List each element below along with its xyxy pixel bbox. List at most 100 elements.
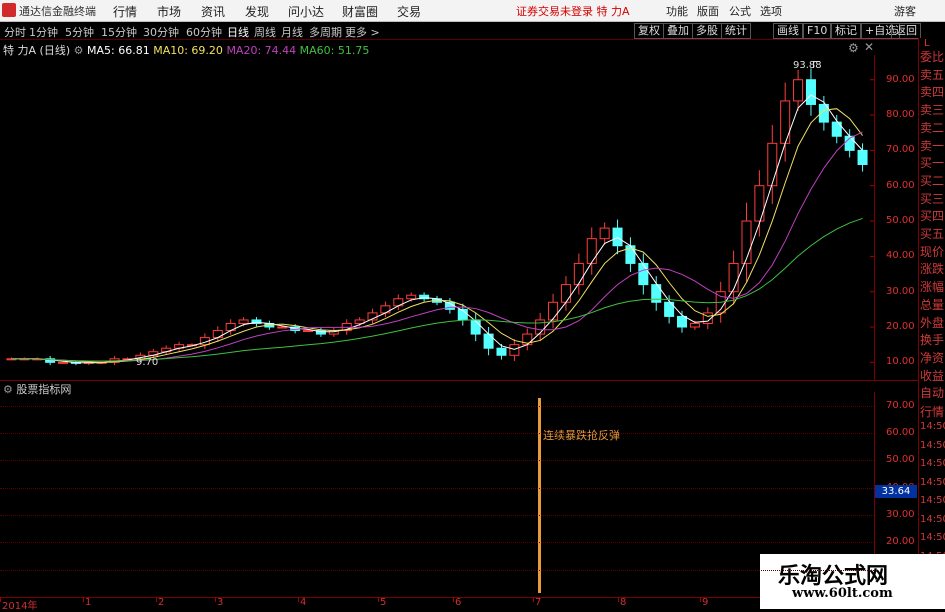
period-toolbar: 分时 1分钟 5分钟 15分钟 30分钟 60分钟 日线 周线 月线 多周期 更… — [0, 22, 945, 40]
quote-field-label: 净资 — [920, 350, 945, 365]
date-tick — [156, 597, 157, 602]
candle-body — [793, 79, 804, 102]
settings-icon[interactable]: ⚙ — [848, 41, 859, 55]
menu-guest[interactable]: 游客 — [894, 3, 916, 19]
menu-formula[interactable]: 公式 — [729, 3, 751, 19]
indicator-tick-label: 30.00 — [886, 509, 915, 520]
tab-intraday[interactable]: 分时 — [4, 24, 26, 40]
date-tick-label: 5 — [380, 597, 387, 608]
menu-wealth[interactable]: 财富圈 — [342, 3, 378, 20]
candle-body — [509, 344, 520, 356]
price-tick-label: 70.00 — [886, 144, 915, 156]
tick-time-label: 14:50 — [920, 439, 945, 451]
candle-body — [857, 149, 868, 166]
candle-body — [496, 347, 507, 356]
back-button[interactable]: 返回 — [891, 23, 921, 39]
tick-time-label: 14:50 — [920, 513, 945, 525]
menu-layout[interactable]: 版面 — [697, 3, 719, 19]
menu-function[interactable]: 功能 — [666, 3, 688, 19]
f10-button[interactable]: F10 — [803, 23, 832, 39]
menu-discover[interactable]: 发现 — [245, 3, 269, 20]
quote-field-label: 买二 — [920, 173, 945, 188]
tab-multi-period[interactable]: 多周期 — [309, 24, 342, 40]
menu-quotes[interactable]: 行情 — [113, 3, 137, 20]
app-logo-icon — [2, 3, 16, 17]
tab-5min[interactable]: 5分钟 — [65, 24, 94, 40]
menu-market[interactable]: 市场 — [157, 3, 181, 20]
indicator-gear-icon[interactable]: ⚙ — [3, 383, 13, 396]
price-tick-label: 50.00 — [886, 215, 915, 227]
price-tick-label: 80.00 — [886, 109, 915, 121]
price-tick-label: 30.00 — [886, 285, 915, 297]
mark-button[interactable]: 标记 — [831, 23, 861, 39]
date-tick — [378, 597, 379, 602]
tab-15min[interactable]: 15分钟 — [101, 24, 137, 40]
date-tick-label: 2014年 — [2, 601, 38, 612]
date-tick-label: 6 — [455, 597, 462, 608]
date-tick — [700, 597, 701, 602]
tick-time-label: 14:50 — [920, 532, 945, 543]
candle-body — [780, 100, 791, 144]
indicator-grid-line — [0, 433, 874, 434]
indicator-grid-line — [0, 542, 874, 544]
candle-body — [483, 333, 494, 349]
menu-trade[interactable]: 交易 — [397, 3, 421, 20]
stats-button[interactable]: 统计 — [721, 23, 751, 39]
tab-more[interactable]: 更多 > — [345, 24, 380, 40]
price-chart[interactable] — [0, 55, 874, 380]
candle-body — [573, 262, 584, 286]
draw-line-button[interactable]: 画线 — [773, 23, 803, 39]
ma5-line — [11, 94, 863, 364]
date-tick-label: 9 — [702, 597, 709, 608]
overlay-button[interactable]: 叠加 — [663, 23, 693, 39]
date-axis: 2014年 1 2 3 4 5 6 7 8 9 — [0, 597, 874, 612]
date-tick — [533, 597, 534, 602]
date-tick — [298, 597, 299, 602]
date-tick — [83, 597, 84, 602]
tab-60min[interactable]: 60分钟 — [186, 24, 222, 40]
tab-monthly[interactable]: 月线 — [281, 24, 303, 40]
date-tick-label: 3 — [217, 597, 224, 608]
candle-body — [560, 284, 571, 303]
tab-weekly[interactable]: 周线 — [254, 24, 276, 40]
menu-options[interactable]: 选项 — [760, 3, 782, 19]
price-tick-label: 40.00 — [886, 250, 915, 262]
quote-field-label: 外盘 — [920, 315, 945, 330]
quote-field-label: 委比 — [920, 50, 945, 64]
tick-time-label: 14:50 — [920, 495, 945, 506]
quote-side-panel: L 委比 卖五 卖四 卖三 卖二 卖一 买一 买二 买三 买四 买五 现价 涨跌 涨幅 总量 外盘 换手 净资 收益… — [918, 38, 945, 609]
candle-body — [599, 227, 610, 240]
quote-field-label: 卖一 — [920, 138, 945, 153]
tab-1min[interactable]: 1分钟 — [29, 24, 58, 40]
candle-body — [767, 142, 778, 187]
tick-time-label: 14:50 — [920, 421, 945, 432]
indicator-grid-line — [0, 405, 874, 407]
tick-time-label: 14:50 — [920, 476, 945, 488]
auto-quote-label[interactable]: 行情 — [920, 403, 944, 420]
candle-body — [277, 326, 288, 329]
quote-field-label: 收益 — [920, 368, 945, 383]
candle-body — [58, 361, 69, 364]
quote-field-label: 卖三 — [920, 103, 945, 118]
multi-stock-button[interactable]: 多股 — [692, 23, 722, 39]
price-axis: 90.00 80.00 70.00 60.00 50.00 40.00 30.00 20.00… — [876, 55, 918, 380]
date-tick — [0, 597, 1, 602]
menu-news[interactable]: 资讯 — [201, 3, 225, 20]
quote-field-label: 现价 — [920, 244, 945, 259]
price-tick-label: 60.00 — [886, 179, 915, 191]
auto-quote-label[interactable]: 自动 — [920, 384, 944, 401]
date-tick — [618, 597, 619, 602]
quote-field-label: 买五 — [920, 227, 945, 241]
candle-body — [638, 262, 649, 286]
indicator-tick-label: 70.00 — [886, 399, 915, 411]
adjust-button[interactable]: 复权 — [634, 23, 664, 39]
quote-field-label: 买四 — [920, 209, 945, 224]
tab-30min[interactable]: 30分钟 — [143, 24, 179, 40]
candle-body — [238, 319, 249, 324]
menu-ask[interactable]: 问小达 — [288, 3, 324, 20]
close-chart-icon[interactable]: ✕ — [864, 40, 874, 54]
quote-field-label: 涨跌 — [920, 262, 945, 277]
indicator-title[interactable]: 股票指标网 — [16, 383, 71, 396]
candle-body — [470, 319, 481, 335]
tab-daily[interactable]: 日线 — [227, 24, 249, 40]
